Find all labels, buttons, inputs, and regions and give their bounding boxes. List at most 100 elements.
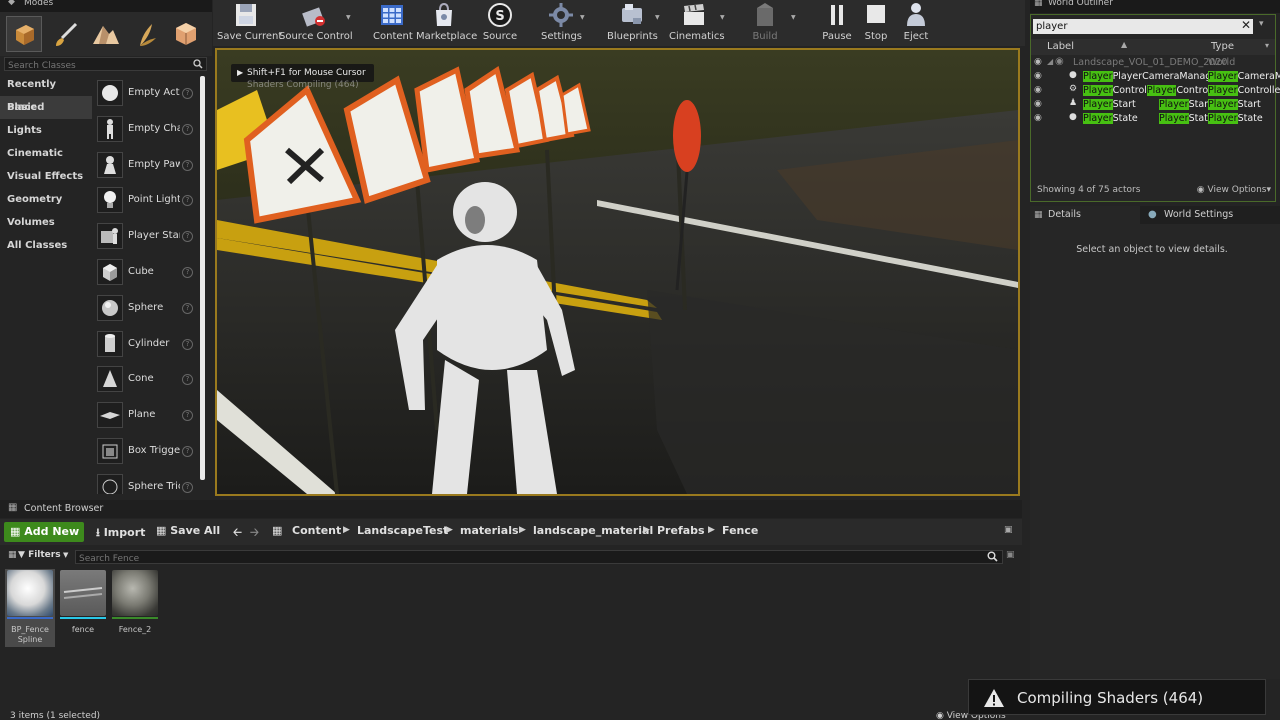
lock-icon[interactable]: ▣	[1004, 525, 1013, 535]
source-control-dropdown-icon[interactable]: ▼	[346, 14, 351, 21]
placeable-point-light[interactable]: Point Light ?	[94, 183, 198, 219]
cinematics-button[interactable]: Cinematics	[669, 0, 725, 46]
outliner-search-input[interactable]	[1033, 19, 1233, 34]
breadcrumb-landscapetest[interactable]: LandscapeTest	[357, 524, 448, 537]
visibility-eye-icon[interactable]: ◉	[1034, 57, 1042, 67]
geometry-mode-button[interactable]	[168, 16, 204, 52]
category-geometry[interactable]: Geometry	[0, 188, 92, 211]
column-dropdown-icon[interactable]: ▾	[1265, 41, 1269, 50]
category-lights[interactable]: Lights	[0, 119, 92, 142]
visibility-eye-icon[interactable]: ◉	[1034, 113, 1042, 123]
stop-button[interactable]: Stop	[859, 0, 893, 46]
placeable-box-trigger[interactable]: Box Trigge ?	[94, 434, 198, 470]
add-new-button[interactable]: ▦ Add New ▼	[4, 522, 84, 558]
expand-arrow-icon[interactable]: ◢	[1047, 57, 1053, 66]
placeable-scrollbar[interactable]	[200, 76, 205, 480]
placeable-plane[interactable]: Plane ?	[94, 398, 198, 434]
eject-button[interactable]: Eject	[899, 0, 933, 46]
category-visual-effects[interactable]: Visual Effects	[0, 165, 92, 188]
category-cinematic[interactable]: Cinematic	[0, 142, 92, 165]
source-button[interactable]: S Source	[481, 0, 519, 46]
world-outliner-tab[interactable]: ▦ World Outliner	[1030, 0, 1280, 13]
category-recently-placed[interactable]: Recently Placed	[0, 73, 92, 113]
breadcrumb-content[interactable]: Content	[292, 524, 341, 537]
place-mode-button[interactable]	[6, 16, 42, 52]
content-browser-tab[interactable]: ▦ Content Browser	[0, 500, 1022, 518]
content-button[interactable]: Content	[373, 0, 413, 46]
breadcrumb-materials[interactable]: materials	[460, 524, 519, 537]
breadcrumb-separator-icon[interactable]: ▶	[519, 525, 526, 535]
breadcrumb-separator-icon[interactable]: ▶	[708, 525, 715, 535]
breadcrumb-separator-icon[interactable]: ▶	[446, 525, 453, 535]
settings-button[interactable]: Settings	[541, 0, 582, 46]
paint-mode-button[interactable]	[48, 16, 84, 52]
class-search-field[interactable]	[4, 57, 207, 72]
help-icon[interactable]: ?	[182, 445, 193, 457]
category-volumes[interactable]: Volumes	[0, 211, 92, 234]
outliner-row-player-start[interactable]: ◉ ♟ PlayerStart PlayerStart PlayerStart	[1031, 98, 1275, 112]
help-icon[interactable]: ?	[182, 266, 193, 278]
col-label-header[interactable]: Label	[1047, 41, 1074, 52]
asset-tile[interactable]: fence	[58, 569, 108, 647]
tab-details[interactable]: ▦ Details	[1030, 206, 1140, 224]
help-icon[interactable]: ?	[182, 159, 193, 171]
clear-search-icon[interactable]: ✕	[1241, 18, 1251, 32]
outliner-row-player-controller[interactable]: ◉ ⚙ PlayerControlPlayerController Player…	[1031, 84, 1280, 98]
category-all-classes[interactable]: All Classes	[0, 234, 92, 257]
help-icon[interactable]: ?	[182, 410, 193, 422]
placeable-cone[interactable]: Cone ?	[94, 362, 198, 398]
outliner-row-world[interactable]: ◉ ◢ ◉ Landscape_VOL_01_DEMO_2020 World	[1031, 56, 1275, 70]
help-icon[interactable]: ?	[182, 338, 193, 350]
landscape-mode-button[interactable]	[88, 16, 124, 52]
breadcrumb-landscape-material[interactable]: landscape_material	[533, 524, 653, 537]
save-current-button[interactable]: Save Current	[217, 0, 282, 46]
forward-arrow-icon[interactable]: 🡢	[250, 524, 259, 543]
source-control-button[interactable]: Source Control	[279, 0, 353, 46]
import-button[interactable]: ⭳ Import	[96, 524, 145, 543]
placeable-sphere-trigger[interactable]: Sphere Tric ?	[94, 470, 198, 494]
outliner-row-player-camera-manager[interactable]: ◉ ● PlayerPlayerCameraManager PlayerCame…	[1031, 70, 1280, 84]
placeable-cylinder[interactable]: Cylinder ?	[94, 327, 198, 363]
help-icon[interactable]: ?	[182, 123, 193, 135]
placeable-empty-actor[interactable]: Empty Acto ?	[94, 76, 198, 112]
visibility-eye-icon[interactable]: ◉	[1034, 85, 1042, 95]
outliner-row-player-state[interactable]: ◉ ● PlayerState PlayerState PlayerState	[1031, 112, 1275, 126]
blueprints-button[interactable]: Blueprints	[607, 0, 658, 46]
placeable-cube[interactable]: Cube ?	[94, 255, 198, 291]
build-button[interactable]: Build	[747, 0, 783, 46]
tab-world-settings[interactable]: ● World Settings	[1146, 206, 1276, 224]
cinematics-dropdown-icon[interactable]: ▼	[720, 14, 725, 21]
asset-tile[interactable]: BP_Fence Spline	[5, 569, 55, 647]
col-type-header[interactable]: Type	[1211, 41, 1234, 52]
breadcrumb-fence[interactable]: Fence	[722, 524, 758, 537]
filters-button[interactable]: ▼ Filters ▼	[18, 550, 68, 560]
breadcrumb-separator-icon[interactable]: ▶	[643, 525, 650, 535]
help-icon[interactable]: ?	[182, 195, 193, 207]
category-basic[interactable]: Basic	[0, 96, 92, 119]
settings-dropdown-icon[interactable]: ▼	[580, 14, 585, 21]
level-viewport[interactable]: ▶ Shift+F1 for Mouse Cursor Shaders Comp…	[215, 48, 1020, 496]
help-icon[interactable]: ?	[182, 302, 193, 314]
sources-toggle-icon[interactable]: ▦	[8, 550, 17, 560]
content-search-field[interactable]	[75, 550, 1003, 565]
help-icon[interactable]: ?	[182, 231, 193, 243]
breadcrumb-separator-icon[interactable]: ▶	[343, 525, 350, 535]
pause-button[interactable]: Pause	[819, 0, 855, 46]
outliner-search-field[interactable]: ✕	[1033, 18, 1253, 34]
foliage-mode-button[interactable]	[128, 16, 164, 52]
placeable-empty-character[interactable]: Empty Char ?	[94, 112, 198, 148]
breadcrumb-prefabs[interactable]: Prefabs	[657, 524, 705, 537]
modes-tab[interactable]: ◆ Modes	[0, 0, 212, 12]
placeable-empty-pawn[interactable]: Empty Paw ?	[94, 148, 198, 184]
save-all-button[interactable]: ▦ Save All	[156, 524, 220, 537]
marketplace-button[interactable]: Marketplace	[416, 0, 477, 46]
placeable-player-start[interactable]: Player Star ?	[94, 219, 198, 255]
help-icon[interactable]: ?	[182, 481, 193, 493]
outliner-view-options-button[interactable]: ◉ View Options▾	[1197, 185, 1271, 195]
placeable-sphere[interactable]: Sphere ?	[94, 291, 198, 327]
help-icon[interactable]: ?	[182, 374, 193, 386]
back-arrow-icon[interactable]: 🡠	[233, 524, 242, 543]
build-dropdown-icon[interactable]: ▼	[791, 14, 796, 21]
help-icon[interactable]: ?	[182, 88, 193, 99]
save-search-icon[interactable]: ▣	[1006, 550, 1015, 560]
